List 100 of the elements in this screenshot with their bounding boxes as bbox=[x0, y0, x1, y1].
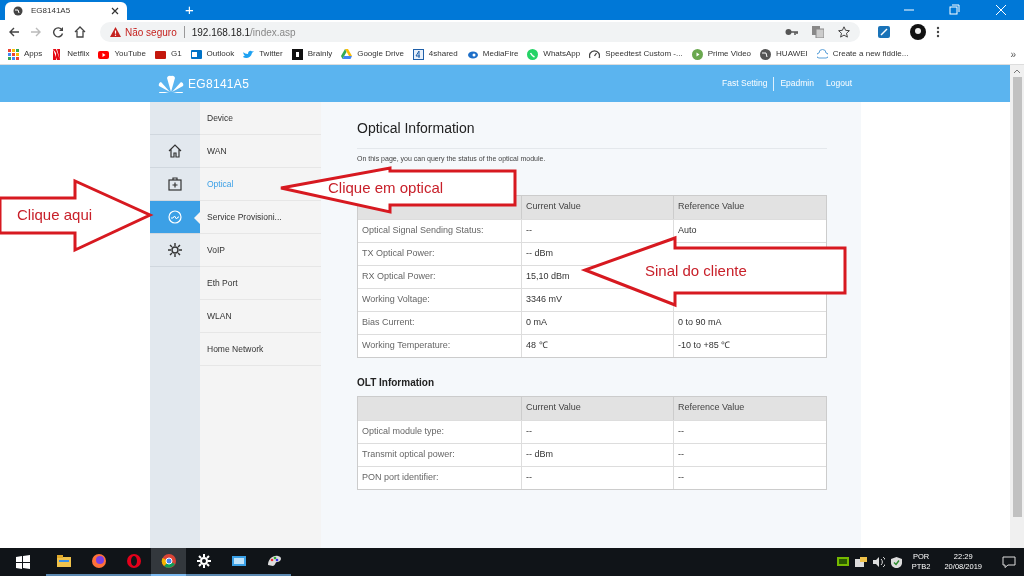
section-title: OLT Information bbox=[357, 375, 436, 390]
medical-kit-icon bbox=[168, 177, 182, 191]
shield-icon[interactable] bbox=[890, 556, 902, 568]
security-warning: Não seguro bbox=[125, 25, 177, 40]
table-cell: -- dBm bbox=[522, 443, 674, 466]
triangle-icon bbox=[341, 48, 353, 60]
globe-icon bbox=[13, 6, 23, 16]
letter-n-icon bbox=[51, 48, 63, 60]
table-cell: Optical module type: bbox=[358, 420, 522, 443]
more-bookmarks-button[interactable]: » bbox=[1010, 46, 1016, 62]
bookmark[interactable]: Netflix bbox=[51, 46, 90, 62]
table-cell-text: Auto bbox=[677, 223, 698, 237]
column-header: Reference Value bbox=[677, 200, 746, 214]
bookmark[interactable]: Outlook bbox=[190, 46, 235, 62]
annotation-text: Sinal do cliente bbox=[645, 262, 747, 280]
table-cell-text: -- bbox=[677, 424, 685, 438]
bookmark[interactable]: Speedtest Custom -... bbox=[589, 46, 683, 62]
tab-title: EG8141A5 bbox=[31, 5, 72, 17]
translate-icon[interactable] bbox=[812, 26, 824, 38]
key-icon[interactable] bbox=[785, 28, 798, 36]
palette-icon bbox=[265, 553, 282, 569]
bookmark[interactable]: Prime Video bbox=[691, 46, 752, 62]
scroll-up-icon[interactable] bbox=[1013, 68, 1021, 74]
table-cell: Transmit optical power: bbox=[358, 443, 522, 466]
folder-icon bbox=[55, 553, 72, 569]
bookmark[interactable]: YouTube bbox=[98, 46, 146, 62]
gear-icon bbox=[195, 553, 212, 569]
logo-icon bbox=[291, 48, 303, 60]
bookmark[interactable]: HUAWEI bbox=[760, 46, 808, 62]
browser-tab[interactable]: EG8141A5 bbox=[5, 2, 127, 20]
reload-icon[interactable] bbox=[52, 26, 64, 38]
ring-icon bbox=[125, 553, 142, 569]
gauge-icon bbox=[589, 48, 601, 60]
bookmark[interactable]: Create a new fiddle... bbox=[816, 46, 909, 62]
table-cell-text: 0 to 90 mA bbox=[677, 315, 723, 329]
column-header: Current Value bbox=[522, 396, 674, 420]
new-tab-button[interactable]: + bbox=[185, 1, 194, 19]
chat-icon bbox=[527, 48, 539, 60]
extension-icon[interactable] bbox=[878, 26, 890, 38]
table-cell: PON port identifier: bbox=[358, 466, 522, 489]
cloud-icon bbox=[816, 48, 828, 60]
bookmark[interactable]: G1 bbox=[154, 46, 182, 62]
flower-logo-icon bbox=[158, 74, 184, 93]
table-cell-text: -- bbox=[677, 447, 685, 461]
menu-icon[interactable] bbox=[936, 26, 940, 38]
table-cell: 0 mA bbox=[522, 311, 674, 334]
logo-icon bbox=[154, 48, 166, 60]
star-icon[interactable] bbox=[838, 26, 850, 38]
bookmark[interactable]: Brainly bbox=[291, 46, 333, 62]
home-icon[interactable] bbox=[74, 26, 86, 38]
globe-icon bbox=[760, 48, 772, 60]
volume-icon[interactable] bbox=[872, 557, 885, 567]
back-icon[interactable] bbox=[8, 26, 20, 38]
warning-icon bbox=[110, 27, 121, 37]
table-cell-text: -10 to +85 ℃ bbox=[677, 338, 732, 352]
menu-item[interactable]: VoIP bbox=[207, 243, 225, 257]
page-title: Optical Information bbox=[357, 118, 827, 149]
table-cell-text: -- bbox=[677, 470, 685, 484]
bookmark[interactable]: Google Drive bbox=[341, 46, 404, 62]
graphics-card-icon[interactable] bbox=[836, 557, 849, 567]
network-icon[interactable] bbox=[854, 557, 867, 567]
menu-item[interactable]: Service Provisioni... bbox=[207, 210, 282, 224]
gear-icon bbox=[168, 243, 182, 257]
pulse-icon bbox=[168, 210, 182, 224]
nav-icon-tab[interactable] bbox=[150, 201, 200, 234]
bookmark[interactable]: Apps bbox=[8, 46, 43, 62]
bookmark[interactable]: 4shared bbox=[412, 46, 458, 62]
table-cell: Working Voltage: bbox=[358, 288, 522, 311]
url-text: 192.168.18.1/index.asp bbox=[191, 25, 296, 40]
avatar-icon[interactable] bbox=[910, 24, 926, 40]
column-header: Current Value bbox=[522, 195, 674, 219]
table-cell: 48 ℃ bbox=[522, 334, 674, 357]
close-icon[interactable] bbox=[111, 7, 119, 15]
apps-icon bbox=[8, 48, 19, 60]
monitor-icon bbox=[230, 553, 247, 569]
bookmark[interactable]: MediaFire bbox=[466, 46, 519, 62]
table-cell: -- bbox=[522, 466, 674, 489]
menu-item[interactable]: WLAN bbox=[207, 309, 232, 323]
bookmark[interactable]: Twitter bbox=[243, 46, 283, 62]
bird-icon bbox=[243, 48, 255, 60]
annotation-text: Clique em optical bbox=[328, 179, 444, 197]
globe-icon bbox=[90, 553, 107, 569]
device-model: EG8141A5 bbox=[188, 75, 250, 93]
menu-item[interactable]: Eth Port bbox=[207, 276, 238, 290]
table-cell: Working Temperature: bbox=[358, 334, 522, 357]
bookmark[interactable]: WhatsApp bbox=[527, 46, 581, 62]
windows-start-icon[interactable] bbox=[16, 555, 30, 569]
browser-icon bbox=[160, 553, 177, 569]
play-icon bbox=[691, 48, 703, 60]
address-bar[interactable]: Não seguro 192.168.18.1/index.asp bbox=[100, 22, 860, 42]
notification-icon[interactable] bbox=[1002, 556, 1016, 568]
annotation-text: Clique aqui bbox=[17, 206, 93, 224]
table-cell: -- bbox=[522, 420, 674, 443]
menu-item[interactable]: Home Network bbox=[207, 342, 264, 356]
menu-item[interactable]: WAN bbox=[207, 144, 227, 158]
scrollbar[interactable] bbox=[1010, 65, 1024, 548]
taskbar-app[interactable] bbox=[151, 548, 186, 576]
menu-item[interactable]: Device bbox=[207, 111, 233, 125]
mail-icon bbox=[190, 48, 202, 60]
table-cell: TX Optical Power: bbox=[358, 242, 522, 265]
